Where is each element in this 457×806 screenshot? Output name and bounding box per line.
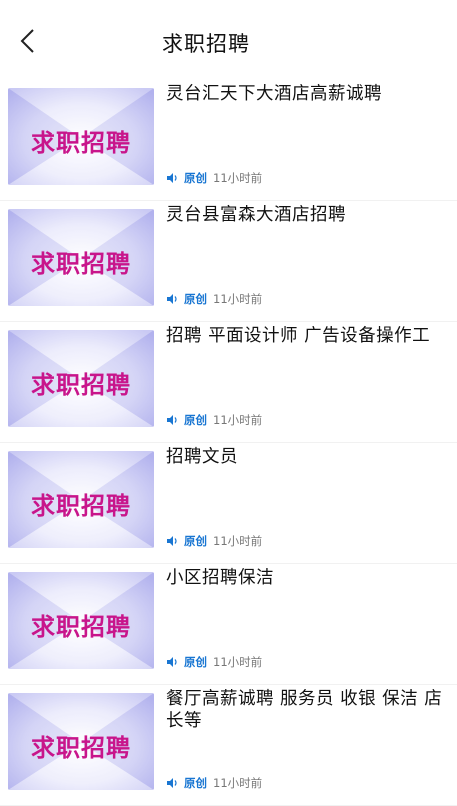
original-badge: 原创	[184, 655, 207, 669]
thumbnail-label: 求职招聘	[31, 250, 131, 278]
original-badge: 原创	[184, 171, 207, 185]
list-item[interactable]: 求职招聘 餐厅高薪诚聘 服务员 收银 保洁 店长等 原创 11小时前	[0, 685, 457, 806]
item-title[interactable]: 招聘 平面设计师 广告设备操作工	[166, 325, 446, 347]
original-badge: 原创	[184, 292, 207, 306]
item-meta: 原创 11小时前	[166, 775, 262, 791]
timestamp: 11小时前	[213, 534, 263, 548]
thumbnail-label: 求职招聘	[31, 734, 131, 762]
timestamp: 11小时前	[213, 655, 263, 669]
timestamp: 11小时前	[213, 776, 263, 790]
item-meta: 原创 11小时前	[166, 412, 262, 428]
back-arrow-icon[interactable]	[14, 26, 44, 56]
list-item[interactable]: 求职招聘 招聘 平面设计师 广告设备操作工 原创 11小时前	[0, 322, 457, 443]
timestamp: 11小时前	[213, 171, 263, 185]
timestamp: 11小时前	[213, 413, 263, 427]
page-title: 求职招聘	[162, 32, 250, 56]
list-item[interactable]: 求职招聘 灵台汇天下大酒店高薪诚聘 原创 11小时前	[0, 80, 457, 201]
thumbnail-image: 求职招聘	[8, 572, 154, 669]
thumbnail-image: 求职招聘	[8, 693, 154, 790]
timestamp: 11小时前	[213, 292, 263, 306]
thumbnail-label: 求职招聘	[31, 492, 131, 520]
item-title[interactable]: 小区招聘保洁	[166, 567, 446, 589]
thumbnail-image: 求职招聘	[8, 330, 154, 427]
item-meta: 原创 11小时前	[166, 170, 262, 186]
item-meta: 原创 11小时前	[166, 533, 262, 549]
item-meta: 原创 11小时前	[166, 291, 262, 307]
item-title[interactable]: 灵台汇天下大酒店高薪诚聘	[166, 83, 446, 105]
speaker-icon	[167, 657, 177, 667]
list-item[interactable]: 求职招聘 招聘文员 原创 11小时前	[0, 443, 457, 564]
thumbnail-label: 求职招聘	[31, 129, 131, 157]
list-item[interactable]: 求职招聘 小区招聘保洁 原创 11小时前	[0, 564, 457, 685]
item-meta: 原创 11小时前	[166, 654, 262, 670]
thumbnail-image: 求职招聘	[8, 209, 154, 306]
item-title[interactable]: 灵台县富森大酒店招聘	[166, 204, 446, 226]
speaker-icon	[167, 536, 177, 546]
speaker-icon	[167, 173, 177, 183]
article-list: 求职招聘 灵台汇天下大酒店高薪诚聘 原创 11小时前 求职招聘 灵台县富森大酒店…	[0, 80, 457, 806]
speaker-icon	[167, 415, 177, 425]
original-badge: 原创	[184, 776, 207, 790]
original-badge: 原创	[184, 413, 207, 427]
thumbnail-image: 求职招聘	[8, 451, 154, 548]
item-title[interactable]: 招聘文员	[166, 446, 446, 468]
speaker-icon	[167, 294, 177, 304]
top-bar: 求职招聘	[0, 0, 457, 80]
thumbnail-image: 求职招聘	[8, 88, 154, 185]
item-title[interactable]: 餐厅高薪诚聘 服务员 收银 保洁 店长等	[166, 688, 446, 732]
thumbnail-label: 求职招聘	[31, 613, 131, 641]
speaker-icon	[167, 778, 177, 788]
thumbnail-label: 求职招聘	[31, 371, 131, 399]
original-badge: 原创	[184, 534, 207, 548]
list-item[interactable]: 求职招聘 灵台县富森大酒店招聘 原创 11小时前	[0, 201, 457, 322]
